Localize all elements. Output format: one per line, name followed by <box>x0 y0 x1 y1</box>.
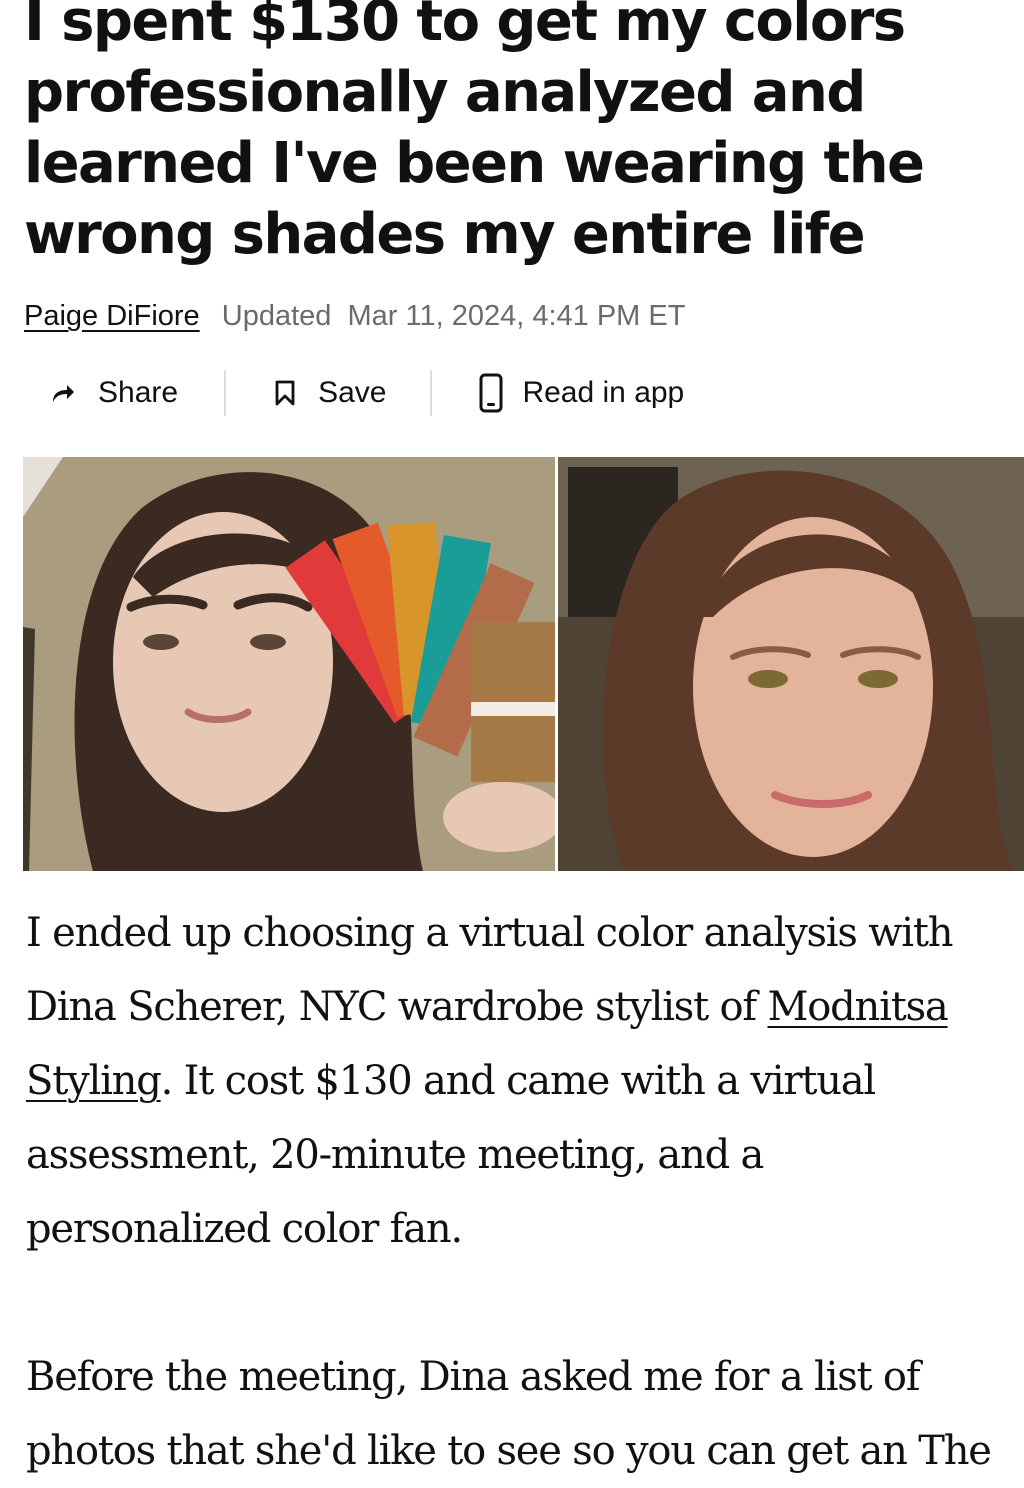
author-link[interactable]: Paige DiFiore <box>24 300 200 332</box>
after-photo <box>558 457 1024 871</box>
share-button[interactable]: Share <box>48 376 178 410</box>
article-action-bar: Share Save Read in app <box>24 365 684 421</box>
phone-icon <box>476 373 506 413</box>
share-arrow-icon <box>48 382 78 404</box>
body-paragraph: Before the meeting, Dina asked me for a … <box>26 1340 1006 1488</box>
article-hero-image <box>23 457 1024 871</box>
byline: Paige DiFiore Updated Mar 11, 2024, 4:41… <box>24 298 685 334</box>
action-divider <box>430 370 433 416</box>
save-button[interactable]: Save <box>272 376 386 410</box>
bookmark-icon <box>272 380 298 406</box>
action-divider <box>224 370 227 416</box>
body-paragraph: I ended up choosing a virtual color anal… <box>26 896 1006 1266</box>
updated-label: Updated <box>221 300 332 332</box>
read-in-app-button[interactable]: Read in app <box>476 373 684 413</box>
paragraph-text: Before the meeting, Dina asked me for a … <box>26 1354 992 1474</box>
save-label: Save <box>318 376 387 409</box>
before-photo <box>23 457 563 871</box>
article-body: I ended up choosing a virtual color anal… <box>26 896 1006 1488</box>
article-headline: I spent $130 to get my colors profession… <box>24 0 925 267</box>
updated-timestamp: Mar 11, 2024, 4:41 PM ET <box>347 300 686 332</box>
share-label: Share <box>98 376 179 409</box>
read-in-app-label: Read in app <box>522 376 685 409</box>
